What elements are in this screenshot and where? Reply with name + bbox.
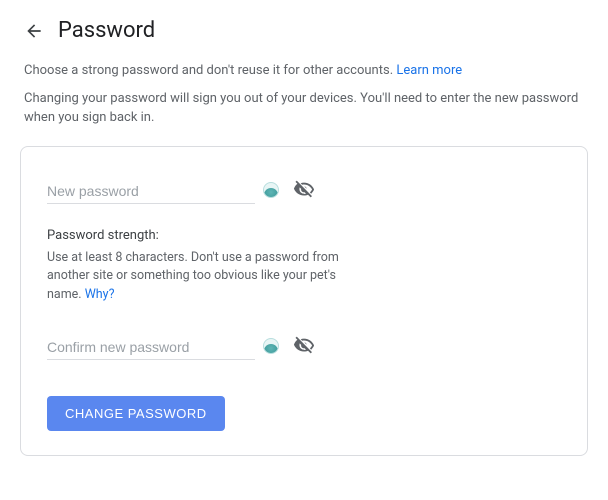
intro-line1: Choose a strong password and don't reuse…	[24, 61, 584, 81]
confirm-password-row	[47, 333, 315, 360]
visibility-off-icon[interactable]	[293, 179, 315, 201]
intro-line2: Changing your password will sign you out…	[24, 89, 584, 128]
new-password-row	[47, 177, 315, 204]
new-password-input[interactable]	[47, 177, 255, 204]
password-manager-icon[interactable]	[263, 182, 279, 198]
visibility-off-icon[interactable]	[293, 335, 315, 357]
confirm-password-input[interactable]	[47, 333, 255, 360]
intro-text: Choose a strong password and don't reuse…	[0, 53, 608, 128]
page-header: Password	[0, 0, 608, 53]
strength-desc: Use at least 8 characters. Don't use a p…	[47, 249, 347, 305]
password-manager-icon[interactable]	[263, 338, 279, 354]
password-card: Password strength: Use at least 8 charac…	[20, 146, 588, 456]
learn-more-link[interactable]: Learn more	[396, 63, 462, 78]
change-password-button[interactable]: Change Password	[47, 396, 225, 431]
strength-title: Password strength:	[47, 228, 347, 243]
password-strength-section: Password strength: Use at least 8 charac…	[47, 228, 347, 305]
why-link[interactable]: Why?	[85, 287, 115, 302]
intro-line1-text: Choose a strong password and don't reuse…	[24, 63, 396, 78]
back-arrow-icon[interactable]	[24, 21, 44, 41]
page-title: Password	[58, 18, 155, 43]
